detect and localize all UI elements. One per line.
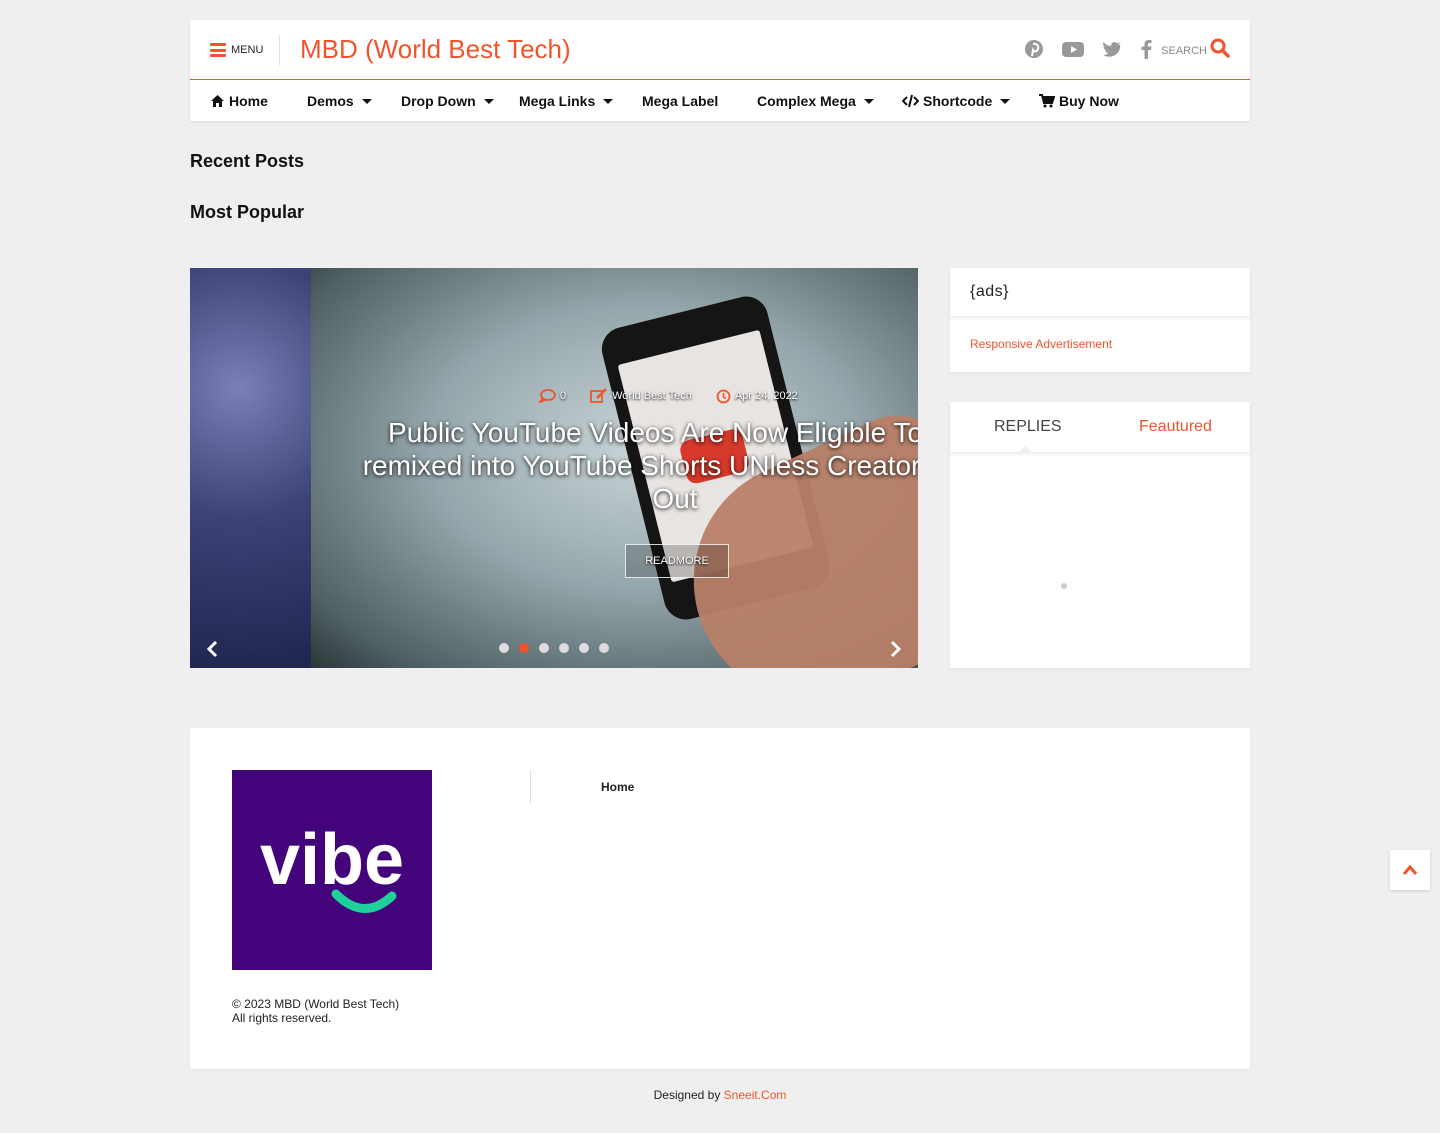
tabs-widget: REPLIES Feautured [950, 402, 1250, 668]
comment-count-value: 0 [560, 390, 567, 402]
nav-label: Complex Mega [757, 93, 856, 109]
youtube-icon[interactable] [1062, 38, 1084, 60]
divider [279, 35, 280, 65]
active-tab-pointer [1018, 446, 1032, 453]
previous-slide-image [190, 268, 311, 668]
credits: Designed by Sneeit.Com [0, 1088, 1440, 1102]
tab-featured[interactable]: Feautured [1139, 418, 1212, 436]
search-label: SEARCH [1161, 44, 1207, 57]
tabs-header: REPLIES Feautured [950, 402, 1250, 453]
nav-label: Buy Now [1059, 93, 1119, 109]
search-icon [1210, 38, 1230, 63]
slider-dot[interactable] [519, 643, 529, 653]
readmore-button[interactable]: READMORE [625, 544, 729, 578]
nav-item-home[interactable]: Home [210, 81, 268, 121]
footer-link-home[interactable]: Home [601, 780, 634, 794]
recent-posts-title: Recent Posts [190, 151, 305, 171]
chevron-up-icon [1402, 864, 1418, 876]
ads-widget-text: Responsive Advertisement [970, 337, 1113, 351]
next-arrow-icon[interactable] [886, 640, 904, 658]
loading-indicator [1061, 583, 1067, 589]
nav-item-complex-mega[interactable]: Complex Mega [757, 81, 874, 121]
facebook-icon[interactable] [1140, 38, 1152, 60]
nav-item-shortcode[interactable]: Shortcode [902, 81, 1011, 121]
nav-item-mega-links[interactable]: Mega Links [519, 81, 614, 121]
pinterest-icon[interactable] [1024, 38, 1044, 60]
logo-text: vibe [260, 820, 404, 900]
slider-dots [499, 643, 609, 653]
menu-button[interactable]: MENU [210, 40, 263, 60]
comment-icon [538, 389, 556, 403]
caret-down-icon [361, 98, 372, 104]
tab-replies[interactable]: REPLIES [994, 418, 1062, 436]
home-icon [210, 94, 225, 108]
edit-icon [590, 388, 608, 404]
nav-label: Shortcode [923, 93, 993, 109]
nav-item-mega-label[interactable]: Mega Label [642, 81, 718, 121]
divider [530, 770, 531, 804]
credits-link[interactable]: Sneeit.Com [724, 1088, 787, 1102]
nav-label: Mega Links [519, 93, 596, 109]
caret-down-icon [863, 98, 874, 104]
post-author[interactable]: World Best Tech [590, 388, 692, 404]
social-links [1024, 38, 1152, 60]
header-top-bar: MENU MBD (World Best Tech) SEARCH [190, 20, 1250, 80]
clock-icon [716, 389, 731, 404]
slider-dot[interactable] [539, 643, 549, 653]
site-title[interactable]: MBD (World Best Tech) [300, 34, 571, 65]
ads-widget: {ads} Responsive Advertisement [950, 268, 1250, 372]
ads-widget-title: {ads} [950, 268, 1250, 317]
slide-title[interactable]: Public YouTube Videos Are Now Eligible T… [360, 416, 918, 515]
nav-label: Mega Label [642, 93, 719, 109]
slide-meta: 0 World Best Tech Apr 24, 2022 [538, 388, 798, 404]
copyright-line: © 2023 MBD (World Best Tech) [232, 997, 400, 1011]
main-navigation: Home Demos Drop Down Mega Links Mega Lab… [190, 81, 1250, 121]
credits-prefix: Designed by [653, 1088, 721, 1102]
caret-down-icon [603, 98, 614, 104]
twitter-icon[interactable] [1102, 38, 1122, 60]
comment-count[interactable]: 0 [538, 389, 566, 403]
slider-dot[interactable] [599, 643, 609, 653]
nav-label: Drop Down [401, 93, 476, 109]
search-button[interactable]: SEARCH [1161, 38, 1230, 63]
most-popular-title: Most Popular [190, 202, 305, 222]
hamburger-icon [210, 43, 226, 57]
site-footer: vibe Home © 2023 MBD (World Best Tech) A… [190, 728, 1250, 1069]
previous-arrow-icon[interactable] [204, 640, 222, 658]
rights-line: All rights reserved. [232, 1011, 332, 1025]
footer-logo[interactable]: vibe [232, 770, 432, 970]
date-value: Apr 24, 2022 [734, 390, 798, 402]
cart-icon [1039, 94, 1055, 108]
site-header: MENU MBD (World Best Tech) SEARCH Home D… [190, 20, 1250, 121]
nav-item-drop-down[interactable]: Drop Down [401, 81, 494, 121]
post-date: Apr 24, 2022 [716, 389, 798, 404]
menu-label: MENU [231, 44, 264, 56]
code-icon [902, 94, 919, 108]
nav-item-buy-now[interactable]: Buy Now [1039, 81, 1119, 121]
nav-label: Home [229, 93, 268, 109]
caret-down-icon [483, 98, 494, 104]
author-name: World Best Tech [612, 390, 692, 402]
copyright: © 2023 MBD (World Best Tech) All rights … [232, 997, 399, 1025]
slider-dot[interactable] [579, 643, 589, 653]
slider-dot[interactable] [559, 643, 569, 653]
featured-slider[interactable]: 0 World Best Tech Apr 24, 2022 Public Yo… [190, 268, 918, 668]
nav-label: Demos [307, 93, 354, 109]
back-to-top-button[interactable] [1390, 850, 1430, 890]
nav-item-demos[interactable]: Demos [307, 81, 372, 121]
slider-dot[interactable] [499, 643, 509, 653]
caret-down-icon [1000, 98, 1011, 104]
